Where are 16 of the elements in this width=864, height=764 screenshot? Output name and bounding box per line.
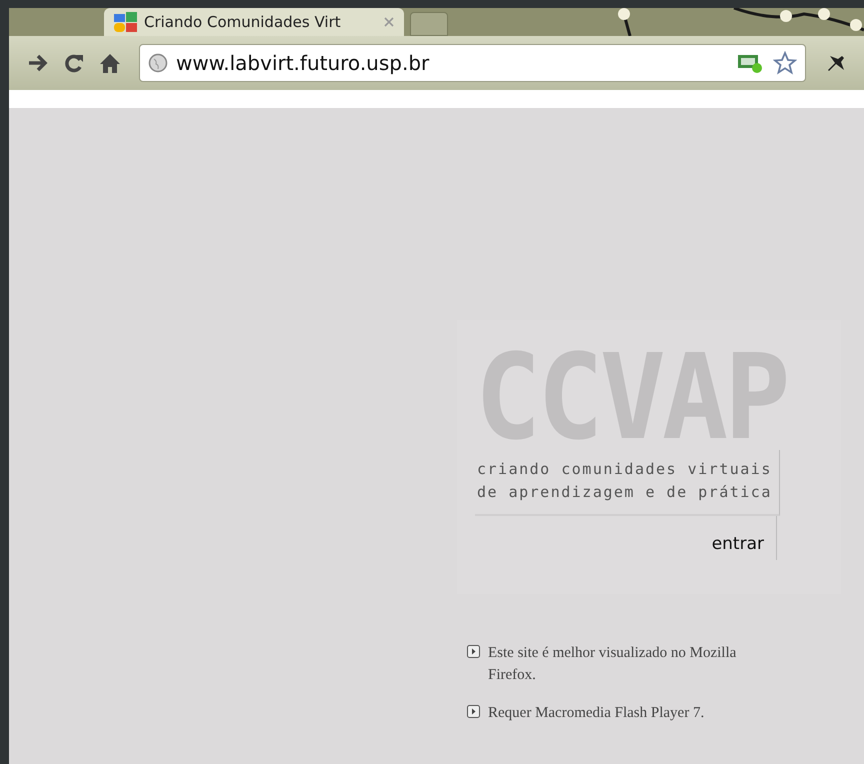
- forward-arrow-icon[interactable]: [27, 53, 49, 73]
- tagline-text: criando comunidades virtuais: [477, 459, 773, 480]
- note-text: Este site é melhor visualizado no Mozilla Firefox.: [488, 644, 738, 685]
- colorful-favicon-icon: [114, 12, 138, 32]
- address-bar[interactable]: www.labvirt.futuro.usp.br: [139, 44, 806, 82]
- extension-icon[interactable]: [737, 52, 765, 74]
- enter-link[interactable]: entrar: [712, 534, 764, 560]
- play-bullet-icon: [467, 705, 480, 718]
- globe-icon: [148, 53, 168, 73]
- browser-tab[interactable]: Criando Comunidades Virt: [104, 8, 404, 36]
- reload-icon[interactable]: [63, 52, 85, 74]
- play-bullet-icon: [467, 645, 480, 658]
- star-icon[interactable]: [773, 51, 797, 75]
- tagline-text: de aprendizagem e de prática: [477, 482, 773, 503]
- home-icon[interactable]: [99, 52, 121, 74]
- note-text: Requer Macromedia Flash Player 7.: [488, 704, 704, 723]
